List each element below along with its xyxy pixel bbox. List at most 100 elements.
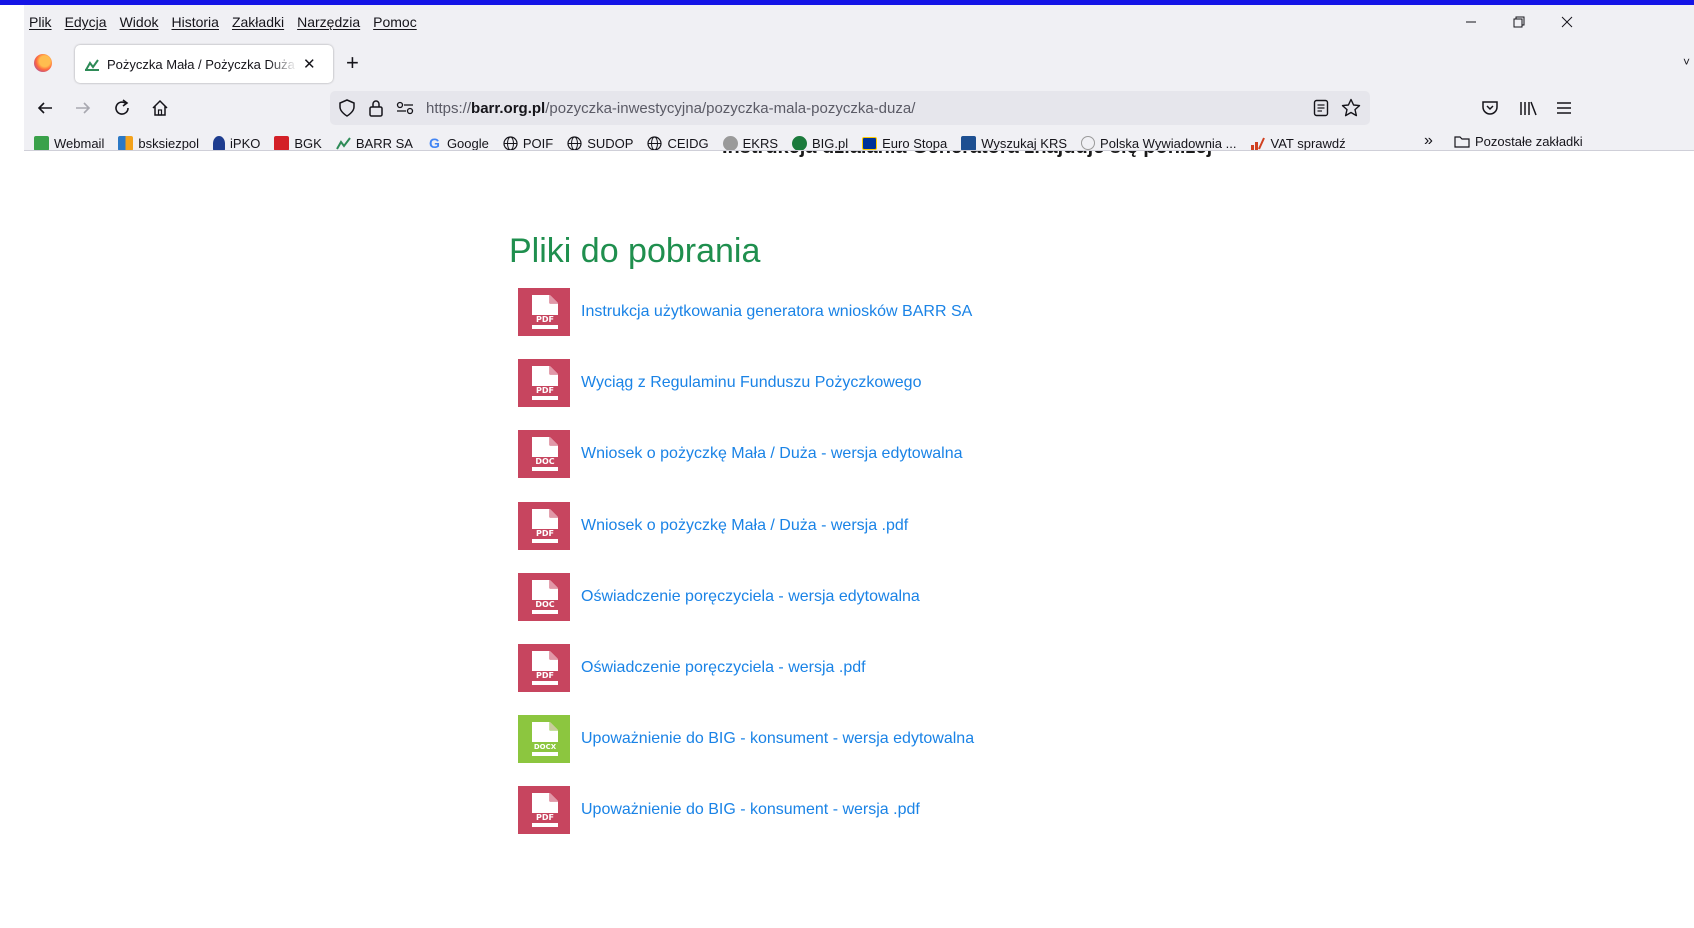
menu-edycja[interactable]: Edycja: [65, 14, 107, 30]
menu-narzedzia[interactable]: Narzędzia: [297, 14, 360, 30]
close-icon: [1561, 16, 1573, 28]
file-download-link[interactable]: Wniosek o pożyczkę Mała / Duża - wersja …: [581, 445, 963, 463]
bookmark-ceidg[interactable]: CEIDG: [647, 136, 709, 151]
doc-file-icon[interactable]: DOC: [518, 430, 570, 479]
home-button[interactable]: [148, 96, 172, 120]
tab-close-button[interactable]: ✕: [303, 55, 316, 73]
vat-icon: [1250, 136, 1266, 151]
tab-title: Pożyczka Mała / Pożyczka Duża: [107, 56, 295, 72]
file-row[interactable]: PDF Wniosek o pożyczkę Mała / Duża - wers…: [518, 501, 908, 550]
file-download-link[interactable]: Instrukcja użytkowania generatora wniosk…: [581, 303, 972, 321]
tab-list-chevron-icon[interactable]: ˅: [1683, 55, 1690, 69]
webmail-icon: [34, 135, 49, 151]
arrow-left-icon: [37, 102, 52, 114]
file-download-link[interactable]: Wyciąg z Regulaminu Funduszu Pożyczkoweg…: [581, 374, 921, 392]
bookmark-sudop[interactable]: SUDOP: [567, 136, 633, 151]
bookmark-barr-sa[interactable]: BARR SA: [335, 136, 413, 151]
bookmark-ipko[interactable]: iPKO: [213, 135, 261, 151]
file-download-link[interactable]: Upoważnienie do BIG - konsument - wersja…: [581, 730, 974, 748]
file-row[interactable]: PDF Wyciąg z Regulaminu Funduszu Pożyczko…: [518, 359, 921, 408]
pdf-file-icon[interactable]: PDF: [518, 644, 570, 692]
file-type-label: DOC: [535, 599, 555, 609]
forward-button[interactable]: [71, 96, 95, 120]
url-protocol: https://: [426, 99, 472, 117]
menu-historia[interactable]: Historia: [172, 14, 219, 30]
bookmark-label: Google: [446, 135, 489, 151]
file-download-link[interactable]: Oświadczenie poręczyciela - wersja edyto…: [581, 588, 920, 606]
bookmark-polska-wywiadownia[interactable]: Polska Wywiadownia ...: [1081, 136, 1236, 151]
close-window-button[interactable]: [1544, 5, 1590, 39]
menu-plik[interactable]: Plik: [29, 14, 52, 30]
file-row[interactable]: DOC Wniosek o pożyczkę Mała / Duża - wers…: [518, 430, 963, 479]
url-domain: barr.org.pl: [471, 99, 546, 117]
bookmark-bsksiezpol[interactable]: bsksiezpol: [118, 135, 200, 151]
pdf-file-icon[interactable]: PDF: [518, 501, 570, 550]
file-download-link[interactable]: Upoważnienie do BIG - konsument - wersja…: [581, 801, 920, 819]
globe-icon: [567, 135, 582, 151]
pdf-file-icon[interactable]: PDF: [518, 359, 570, 408]
navigation-bar: https://barr.org.pl/pozyczka-inwestycyjn…: [24, 87, 1694, 129]
bookmark-wyszukaj-krs[interactable]: Wyszukaj KRS: [961, 135, 1068, 151]
minimize-button[interactable]: [1448, 5, 1494, 39]
menu-bar: Plik Edycja Widok Historia Zakładki Narz…: [24, 5, 1694, 39]
url-text[interactable]: https://barr.org.pl/pozyczka-inwestycyjn…: [426, 100, 915, 117]
file-download-link[interactable]: Wniosek o pożyczkę Mała / Duża - wersja …: [581, 517, 908, 535]
restore-button[interactable]: [1496, 5, 1542, 39]
browser-chrome: Plik Edycja Widok Historia Zakładki Narz…: [24, 5, 1694, 162]
file-row[interactable]: PDF Upoważnienie do BIG - konsument - wer…: [518, 786, 920, 835]
bookmark-bgk[interactable]: BGK: [274, 135, 322, 151]
bookmark-euro-stopa[interactable]: Euro Stopa: [862, 136, 947, 151]
bookmark-google[interactable]: G Google: [427, 134, 489, 151]
file-download-link[interactable]: Oświadczenie poręczyciela - wersja .pdf: [581, 659, 866, 677]
bookmark-vat-sprawdz[interactable]: VAT sprawdź: [1250, 136, 1346, 151]
other-bookmarks-button[interactable]: Pozostałe zakładki: [1454, 134, 1583, 149]
app-menu-button[interactable]: [1552, 96, 1576, 120]
menu-pomoc[interactable]: Pomoc: [373, 14, 417, 30]
bookmark-star-icon[interactable]: [1340, 97, 1362, 119]
google-icon: G: [428, 134, 440, 151]
file-row[interactable]: PDF Instrukcja użytkowania generatora wni…: [518, 288, 972, 336]
permissions-icon[interactable]: [396, 101, 414, 115]
krs-icon: [961, 135, 977, 151]
bookmarks-overflow-button[interactable]: »: [1424, 132, 1433, 150]
library-icon: [1520, 101, 1537, 116]
menu-zakladki[interactable]: Zakładki: [232, 14, 284, 30]
tab-pozyczka[interactable]: Pożyczka Mała / Pożyczka Duża ✕: [75, 45, 333, 83]
barr-icon: [335, 136, 351, 151]
pocket-button[interactable]: [1478, 96, 1502, 120]
docx-file-icon[interactable]: DOCX: [518, 715, 570, 764]
bookmark-label: bsksiezpol: [138, 135, 200, 151]
pdf-file-icon[interactable]: PDF: [518, 288, 570, 336]
pko-icon: [213, 135, 226, 151]
pdf-file-icon[interactable]: PDF: [518, 786, 570, 835]
url-bar[interactable]: https://barr.org.pl/pozyczka-inwestycyjn…: [330, 91, 1370, 125]
new-tab-button[interactable]: +: [346, 52, 359, 74]
file-type-label: PDF: [536, 315, 554, 324]
back-button[interactable]: [33, 96, 57, 120]
reader-view-icon[interactable]: [1310, 97, 1332, 119]
file-type-label: PDF: [536, 671, 554, 680]
file-row[interactable]: DOCX Upoważnienie do BIG - konsument - we…: [518, 715, 974, 764]
bookmark-big-pl[interactable]: BIG.pl: [792, 135, 848, 151]
menu-widok[interactable]: Widok: [120, 14, 159, 30]
eu-flag-icon: [862, 136, 878, 150]
bookmark-label: iPKO: [230, 135, 261, 151]
page-content: Instrukcja działania Generatora znajduje…: [24, 150, 1694, 928]
big-icon: [792, 135, 808, 151]
firefox-view-icon[interactable]: [34, 54, 52, 72]
left-margin: [0, 5, 24, 928]
library-button[interactable]: [1516, 96, 1540, 120]
bookmark-label: Wyszukaj KRS: [981, 135, 1068, 151]
bookmark-label: POIF: [522, 135, 554, 151]
lock-icon[interactable]: [368, 99, 384, 117]
bookmark-label: SUDOP: [587, 135, 634, 151]
bookmark-poif[interactable]: POIF: [503, 136, 553, 151]
file-row[interactable]: PDF Oświadczenie poręczyciela - wersja .p…: [518, 644, 866, 692]
doc-file-icon[interactable]: DOC: [518, 572, 570, 621]
bookmark-webmail[interactable]: Webmail: [34, 135, 104, 151]
bookmark-ekrs[interactable]: EKRS: [722, 135, 778, 151]
file-row[interactable]: DOC Oświadczenie poręczyciela - wersja ed…: [518, 572, 920, 621]
reload-button[interactable]: [110, 96, 134, 120]
home-icon: [152, 99, 168, 116]
shield-icon[interactable]: [338, 99, 356, 117]
